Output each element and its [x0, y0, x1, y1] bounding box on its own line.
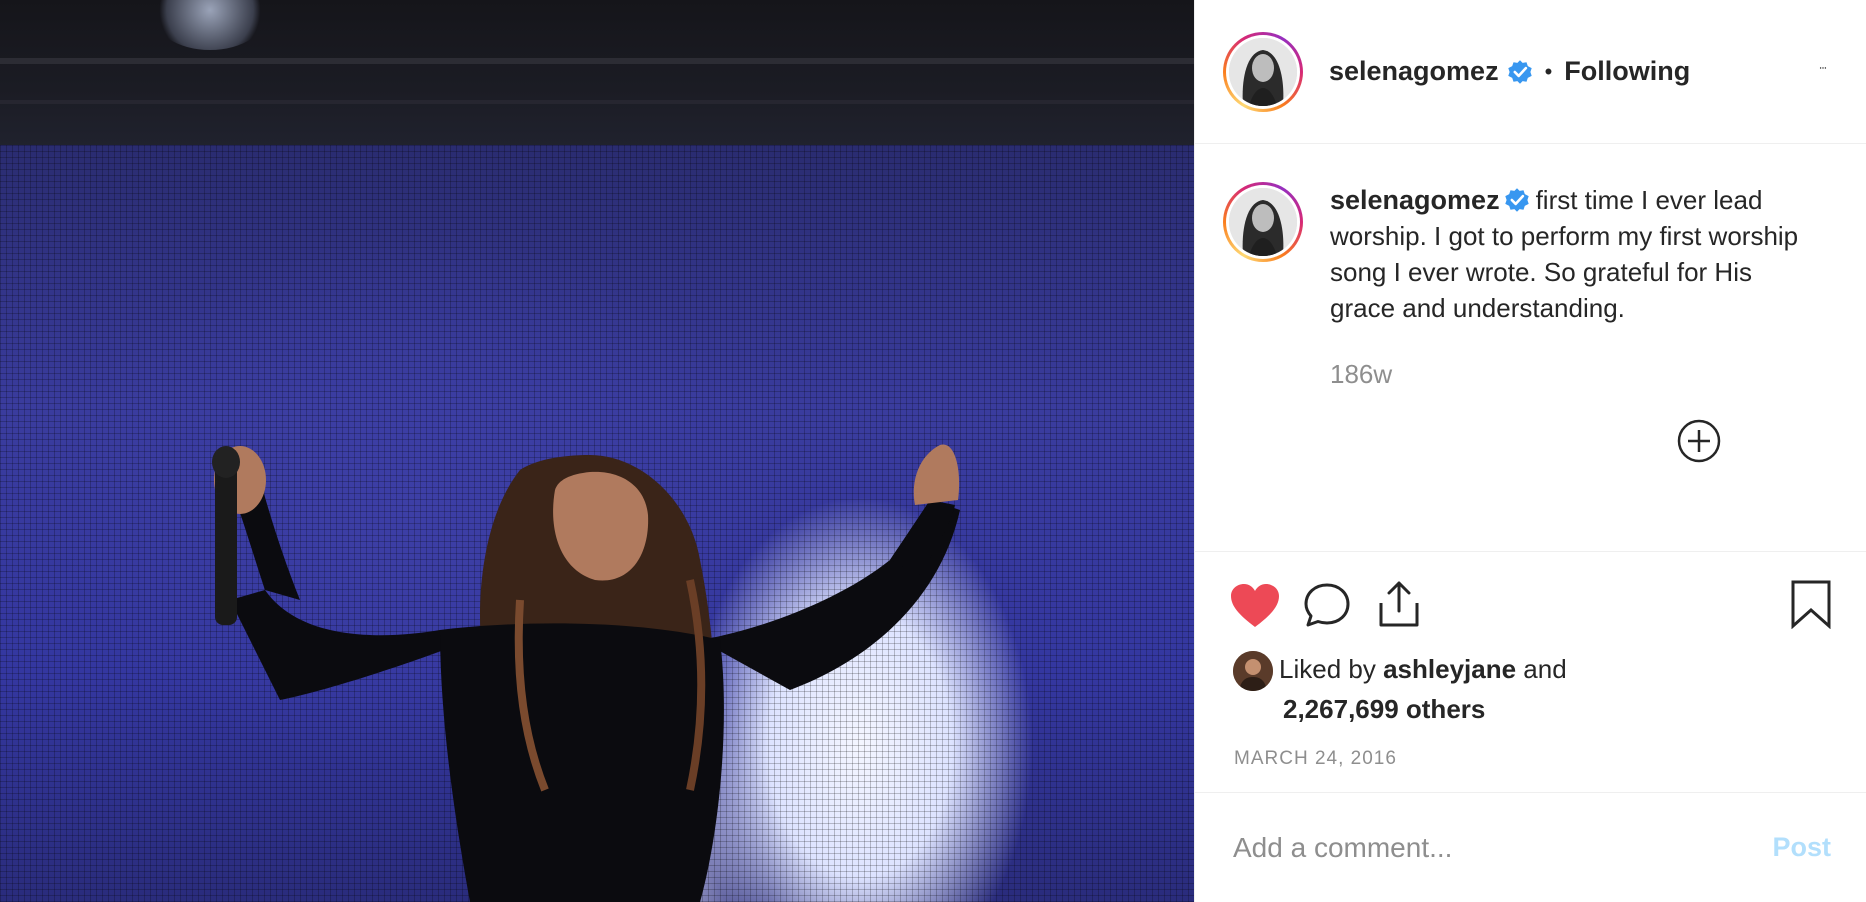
caption-section: selenagomez first time I ever lead worsh…: [1195, 144, 1866, 552]
following-button[interactable]: Following: [1564, 56, 1690, 87]
caption-body: selenagomez first time I ever lead worsh…: [1330, 182, 1820, 551]
post-date[interactable]: MARCH 24, 2016: [1234, 748, 1397, 770]
heart-filled-icon[interactable]: [1229, 583, 1281, 629]
verified-badge-icon: [1504, 188, 1529, 212]
post-details-panel: selenagomez • Following selenagomez firs…: [1194, 0, 1866, 902]
separator-dot: •: [1544, 58, 1553, 84]
caption-avatar-photo: [1229, 188, 1297, 256]
comment-input[interactable]: [1233, 831, 1773, 864]
author-avatar-photo: [1229, 37, 1297, 106]
comment-bubble-icon[interactable]: [1303, 581, 1351, 629]
post-header: selenagomez • Following: [1195, 0, 1866, 144]
likes-summary: Liked by ashleyjane and 2,267,699 others: [1233, 649, 1853, 729]
likes-conjunction: and: [1523, 654, 1567, 684]
likes-prefix: Liked by: [1279, 654, 1376, 684]
load-more-comments-icon[interactable]: [1676, 418, 1722, 464]
caption-username[interactable]: selenagomez: [1330, 185, 1500, 215]
bookmark-icon[interactable]: [1789, 579, 1833, 629]
verified-badge-icon: [1507, 59, 1532, 84]
caption-age[interactable]: 186w: [1330, 356, 1820, 392]
likes-count[interactable]: 2,267,699 others: [1233, 689, 1853, 729]
caption-avatar[interactable]: [1223, 182, 1303, 262]
author-avatar[interactable]: [1223, 31, 1303, 112]
post-photo[interactable]: [0, 0, 1194, 902]
action-bar: [1195, 575, 1866, 635]
author-username[interactable]: selenagomez: [1329, 56, 1499, 87]
more-horizontal-icon[interactable]: [1806, 66, 1840, 77]
instagram-post: selenagomez • Following selenagomez firs…: [0, 0, 1866, 902]
share-icon[interactable]: [1375, 579, 1423, 629]
liker-avatar[interactable]: [1233, 651, 1273, 691]
post-comment-button[interactable]: Post: [1772, 832, 1831, 863]
likes-line: Liked by ashleyjane and: [1233, 649, 1853, 689]
performer-silhouette: [212, 444, 960, 902]
comment-form: Post: [1195, 792, 1866, 902]
liker-username[interactable]: ashleyjane: [1383, 654, 1516, 684]
